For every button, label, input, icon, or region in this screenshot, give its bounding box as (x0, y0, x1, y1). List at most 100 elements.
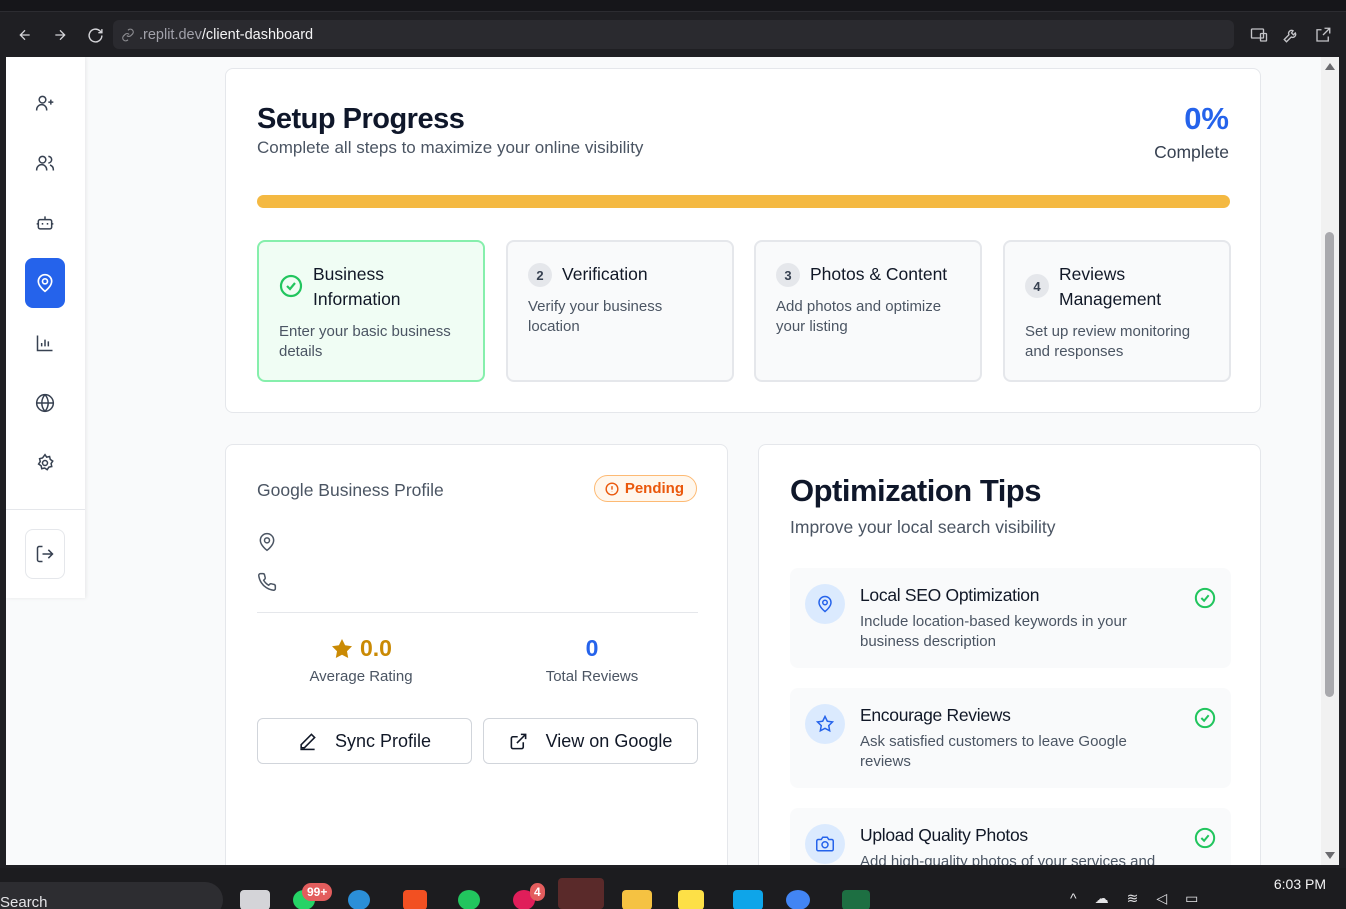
app-icon[interactable] (458, 890, 480, 909)
globe-icon (35, 393, 55, 413)
tip-local-seo: Local SEO Optimization Include location-… (790, 568, 1231, 668)
step-title: Photos & Content (810, 264, 948, 284)
star-icon (332, 638, 352, 658)
slack-badge: 4 (530, 883, 545, 901)
system-tray: ^ ☁ ≋ ◁ ▭ (1070, 890, 1198, 907)
store-icon[interactable] (403, 890, 427, 909)
page-viewport: Setup Progress Complete all steps to max… (6, 57, 1339, 865)
sync-profile-label: Sync Profile (334, 730, 432, 751)
step-verification[interactable]: 2 Verification Verify your business loca… (506, 240, 734, 382)
alert-circle-icon (605, 481, 619, 496)
logout-button[interactable] (25, 529, 65, 579)
devices-icon[interactable] (1250, 26, 1268, 44)
scroll-up-arrow[interactable] (1325, 63, 1335, 70)
whatsapp-badge: 99+ (302, 883, 333, 901)
open-external-icon[interactable] (1314, 26, 1332, 44)
step-photos-content[interactable]: 3 Photos & Content Add photos and optimi… (754, 240, 982, 382)
average-rating-stat: 0.0 Average Rating (256, 635, 466, 685)
step-title: Verification (562, 264, 648, 284)
tip-description: Ask satisfied customers to leave Google … (860, 733, 1127, 770)
tip-description: Add high-quality photos of your services… (860, 853, 1156, 865)
map-pin-icon (259, 532, 275, 552)
status-badge: Pending (593, 475, 697, 502)
sidebar-item-add-client[interactable] (25, 78, 65, 128)
sidebar-item-clients[interactable] (25, 138, 65, 188)
opera-icon[interactable] (558, 878, 604, 909)
step-title: Reviews Management (1059, 264, 1162, 309)
check-circle-icon (1194, 587, 1216, 609)
step-description: Enter your basic business details (279, 323, 451, 360)
view-on-google-label: View on Google (545, 730, 673, 751)
sidebar-item-settings[interactable] (25, 438, 65, 488)
phone-icon (258, 572, 277, 591)
chevron-up-icon[interactable]: ^ (1070, 890, 1077, 907)
tip-title: Encourage Reviews (860, 705, 1011, 725)
reload-button[interactable] (84, 24, 106, 46)
url-host: .replit.dev (139, 26, 202, 43)
scroll-down-arrow[interactable] (1325, 852, 1335, 859)
external-link-icon (510, 733, 527, 749)
sidebar-item-website[interactable] (25, 378, 65, 428)
taskbar-search-label: Search (0, 894, 48, 909)
bot-icon (36, 216, 54, 230)
reload-icon (87, 27, 103, 43)
step-title: Business Information (313, 264, 401, 309)
tip-description: Include location-based keywords in your … (860, 613, 1127, 650)
tip-title: Local SEO Optimization (860, 585, 1040, 605)
scroll-thumb[interactable] (1325, 232, 1334, 697)
browser-toolbar: .replit.dev/client-dashboard (0, 12, 1346, 57)
url-path: /client-dashboard (201, 26, 314, 43)
gbp-title: Google Business Profile (257, 480, 444, 500)
edge-icon[interactable] (348, 890, 370, 909)
rating-label: Average Rating (309, 668, 413, 685)
view-on-google-button[interactable]: View on Google (483, 718, 698, 764)
step-reviews-management[interactable]: 4 Reviews Management Set up review monit… (1003, 240, 1231, 382)
sidebar-item-bot[interactable] (25, 198, 65, 248)
wifi-icon[interactable]: ≋ (1127, 890, 1139, 907)
map-pin-icon (818, 595, 832, 613)
camera-icon (816, 836, 834, 852)
reviews-value: 0 (585, 635, 599, 661)
folder-icon[interactable] (622, 890, 652, 909)
link-icon (122, 28, 134, 41)
step-number: 2 (528, 263, 552, 287)
step-description: Add photos and optimize your listing (776, 298, 942, 335)
clock[interactable]: 6:03 PM (1274, 876, 1326, 892)
sticky-notes-icon[interactable] (678, 890, 704, 909)
setup-progress-card: Setup Progress Complete all steps to max… (225, 68, 1261, 413)
sidebar-item-location[interactable] (25, 258, 65, 308)
forward-button[interactable] (49, 24, 71, 46)
setup-subtitle: Complete all steps to maximize your onli… (257, 138, 644, 157)
check-circle-icon (279, 274, 303, 298)
tip-title: Upload Quality Photos (860, 825, 1028, 845)
step-number: 4 (1025, 274, 1049, 298)
address-bar[interactable]: .replit.dev/client-dashboard (113, 20, 1234, 49)
volume-icon[interactable]: ◁ (1156, 890, 1167, 907)
chrome-icon[interactable] (786, 890, 810, 909)
optimization-tips-card: Optimization Tips Improve your local sea… (758, 444, 1261, 865)
taskbar-search[interactable]: Search (0, 882, 223, 909)
logout-icon (36, 545, 54, 563)
sidebar-divider (6, 509, 85, 510)
file-icon[interactable] (240, 890, 270, 909)
step-business-information[interactable]: Business Information Enter your basic bu… (257, 240, 485, 382)
settings-icon (37, 453, 54, 471)
arrow-left-icon (19, 29, 30, 41)
cloud-icon[interactable]: ☁ (1095, 890, 1109, 907)
setup-percent: 0% (1184, 101, 1229, 136)
map-pin-icon (37, 273, 53, 293)
sync-profile-button[interactable]: Sync Profile (257, 718, 472, 764)
back-button[interactable] (14, 24, 36, 46)
excel-icon[interactable] (842, 890, 870, 909)
wrench-icon[interactable] (1282, 26, 1300, 44)
tip-upload-photos: Upload Quality Photos Add high-quality p… (790, 808, 1231, 865)
star-icon (816, 715, 834, 733)
sidebar-item-analytics[interactable] (25, 318, 65, 368)
photos-icon[interactable] (733, 890, 763, 909)
tip-encourage-reviews: Encourage Reviews Ask satisfied customer… (790, 688, 1231, 788)
battery-icon[interactable]: ▭ (1185, 890, 1198, 907)
rating-value: 0.0 (360, 635, 392, 661)
page-scrollbar[interactable] (1321, 57, 1339, 865)
clock-time: 6:03 PM (1273, 876, 1326, 892)
google-business-profile-card: Google Business Profile Pending 0.0 Aver… (225, 444, 728, 865)
